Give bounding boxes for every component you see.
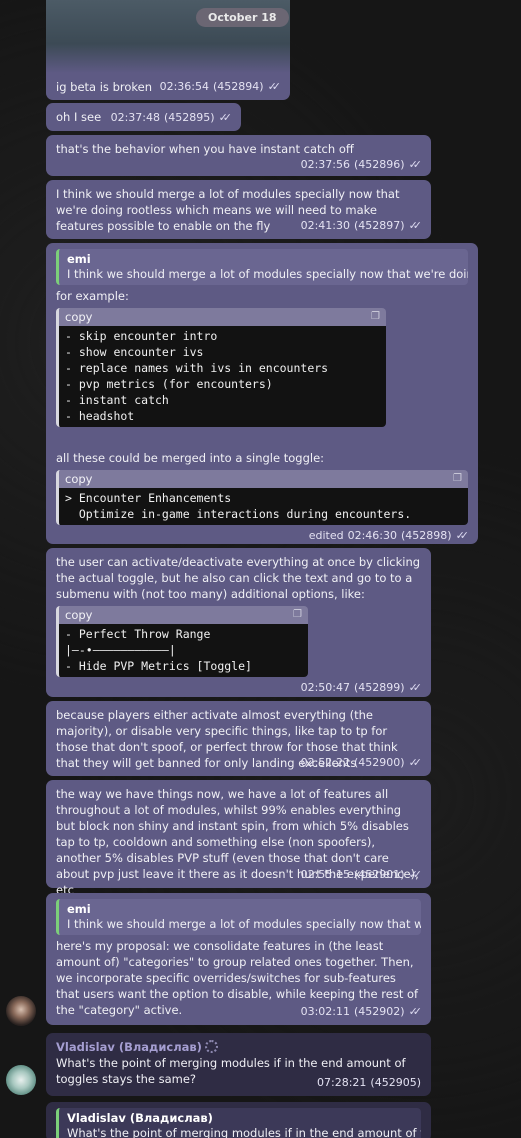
message-time: 02:36:54 (159, 80, 209, 93)
read-ticks-icon: ✓✓ (408, 681, 423, 694)
message-id: (452900) (353, 756, 405, 769)
read-ticks-icon: ✓✓ (408, 219, 423, 232)
code-block: copy ❐ > Encounter Enhancements Optimize… (56, 470, 468, 525)
message-time: 02:41:30 (300, 219, 350, 232)
message-bubble[interactable]: because players either activate almost e… (46, 701, 431, 776)
message-meta: 02:55:15 (452901) ✓✓ (300, 867, 423, 883)
message-bubble[interactable]: Vladislav (Владислав) What's the point o… (46, 1102, 431, 1138)
message-meta: 03:02:11 (452902) ✓✓ (300, 1004, 423, 1020)
message-meta: 02:37:56 (452896) ✓✓ (56, 157, 423, 173)
copy-label[interactable]: copy (65, 607, 92, 623)
message-bubble[interactable]: emi I think we should merge a lot of mod… (46, 893, 431, 1025)
message-time: 02:52:22 (300, 756, 350, 769)
message-meta: 07:28:21 (452905) (317, 1075, 421, 1091)
message-id: (452901) (353, 868, 405, 881)
message-bubble[interactable]: I think we should merge a lot of modules… (46, 180, 431, 239)
avatar[interactable] (6, 1065, 36, 1095)
code-block: copy ❐ - Perfect Throw Range |—-•———————… (56, 606, 308, 677)
sender-label[interactable]: Vladislav (Владислав) (56, 1040, 202, 1054)
message-meta: 02:41:30 (452897) ✓✓ (300, 218, 423, 234)
quote-sender: emi (67, 252, 91, 266)
message-id: (452898) (400, 529, 452, 542)
read-ticks-icon: ✓✓ (455, 529, 470, 542)
message-bubble[interactable]: the way we have things now, we have a lo… (46, 780, 431, 897)
code-text: - skip encounter intro - show encounter … (59, 326, 386, 427)
code-header[interactable]: copy ❐ (59, 606, 308, 624)
quote-text: I think we should merge a lot of modules… (67, 917, 421, 931)
message-meta: edited 02:46:30 (452898) ✓✓ (56, 528, 470, 544)
message-bubble[interactable]: oh I see 02:37:48 (452895) ✓✓ (46, 103, 241, 131)
code-text: > Encounter Enhancements Optimize in-gam… (59, 488, 468, 525)
message-text: that's the behavior when you have instan… (56, 142, 354, 156)
message-bubble[interactable]: that's the behavior when you have instan… (46, 135, 431, 176)
message-bubble[interactable]: Vladislav (Владислав) What's the point o… (46, 1033, 431, 1096)
code-text: - Perfect Throw Range |—-•———————————| -… (59, 624, 308, 677)
read-ticks-icon: ✓✓ (408, 756, 423, 769)
quote-sender: emi (67, 902, 91, 916)
message-id: (452896) (353, 158, 405, 171)
message-id: (452895) (163, 111, 215, 124)
copy-icon[interactable]: ❐ (371, 309, 380, 325)
read-ticks-icon: ✓✓ (408, 158, 423, 171)
message-id: (452905) (370, 1076, 421, 1089)
read-ticks-icon: ✓✓ (218, 111, 233, 124)
quote-sender: Vladislav (Владислав) (67, 1111, 213, 1125)
edited-label: edited (308, 529, 344, 542)
message-time: 02:37:48 (110, 111, 160, 124)
message-time: 02:50:47 (300, 681, 350, 694)
message-time: 02:46:30 (347, 529, 397, 542)
message-id: (452902) (353, 1005, 405, 1018)
loading-spinner-icon (204, 1040, 218, 1053)
message-text: for example: (56, 289, 129, 303)
code-block: copy ❐ - skip encounter intro - show enc… (56, 308, 386, 427)
message-time: 02:55:15 (300, 868, 350, 881)
message-id: (452894) (212, 80, 264, 93)
reply-quote[interactable]: Vladislav (Владислав) What's the point o… (56, 1108, 421, 1138)
message-meta: 02:50:47 (452899) ✓✓ (56, 680, 423, 696)
read-ticks-icon: ✓✓ (267, 80, 282, 93)
copy-label[interactable]: copy (65, 309, 92, 325)
message-bubble[interactable]: emi I think we should merge a lot of mod… (46, 243, 478, 544)
copy-label[interactable]: copy (65, 471, 92, 487)
message-meta: 02:52:22 (452900) ✓✓ (300, 755, 423, 771)
quote-text: I think we should merge a lot of modules… (67, 267, 468, 281)
message-id: (452899) (353, 681, 405, 694)
copy-icon[interactable]: ❐ (453, 471, 462, 487)
message-text: oh I see (56, 110, 102, 124)
message-meta: 02:36:54 (452894) ✓✓ (159, 79, 282, 95)
reply-quote[interactable]: emi I think we should merge a lot of mod… (56, 899, 421, 935)
date-pill: October 18 (196, 8, 289, 27)
message-time: 03:02:11 (300, 1005, 350, 1018)
read-ticks-icon: ✓✓ (408, 1005, 423, 1018)
message-bubble[interactable]: ig beta is broken 02:36:54 (452894) ✓✓ (46, 73, 290, 100)
sender-name[interactable]: Vladislav (Владислав) (56, 1039, 421, 1055)
message-text: all these could be merged into a single … (56, 451, 325, 465)
message-text: the user can activate/deactivate everyth… (56, 555, 421, 601)
message-id: (452897) (353, 219, 405, 232)
message-time: 02:37:56 (300, 158, 350, 171)
code-header[interactable]: copy ❐ (59, 308, 386, 326)
message-time: 07:28:21 (317, 1076, 367, 1089)
reply-quote[interactable]: emi I think we should merge a lot of mod… (56, 249, 468, 285)
message-meta: 02:37:48 (452895) ✓✓ (110, 110, 233, 126)
message-bubble[interactable]: the user can activate/deactivate everyth… (46, 548, 431, 697)
quote-text: What's the point of merging modules if i… (67, 1126, 421, 1138)
code-header[interactable]: copy ❐ (59, 470, 468, 488)
copy-icon[interactable]: ❐ (293, 607, 302, 623)
avatar[interactable] (6, 996, 36, 1026)
message-text: ig beta is broken (56, 80, 153, 94)
read-ticks-icon: ✓✓ (408, 868, 423, 881)
